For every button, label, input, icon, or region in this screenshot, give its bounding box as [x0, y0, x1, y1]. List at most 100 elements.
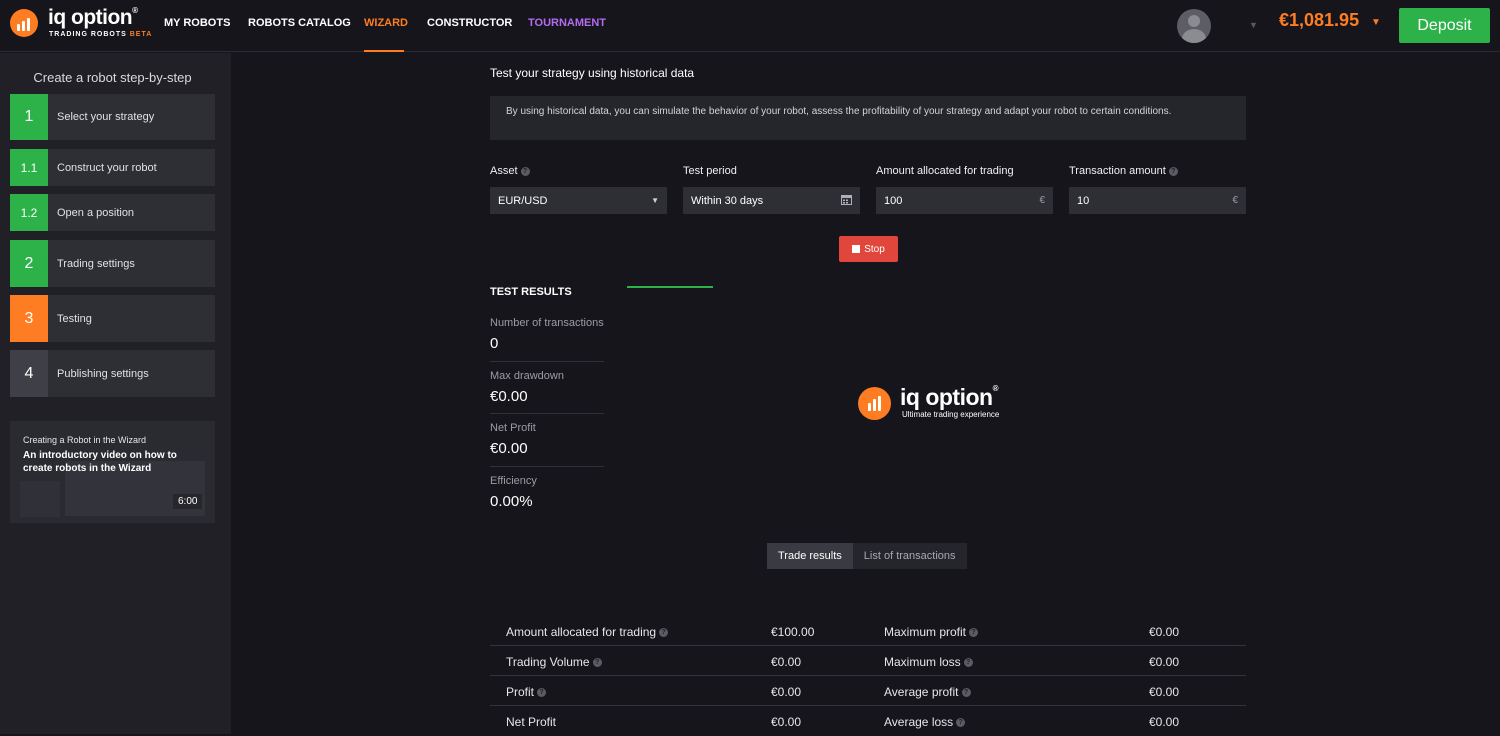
help-icon[interactable]: ? [963, 658, 973, 668]
tab-list-of-transactions[interactable]: List of transactions [852, 543, 967, 569]
nav-constructor[interactable]: CONSTRUCTOR [427, 17, 512, 29]
metric-label: Net Profit [490, 422, 536, 434]
step-select-strategy[interactable]: 1 Select your strategy [10, 94, 215, 140]
user-menu-chevron-icon[interactable]: ▼ [1249, 20, 1258, 30]
metric-label: Efficiency [490, 475, 537, 487]
help-icon[interactable]: ? [520, 166, 530, 176]
logo-bars-icon [10, 9, 38, 37]
transaction-amount-value: 10 [1077, 194, 1090, 207]
row-value: €0.00 [771, 655, 802, 669]
wizard-sidebar: Create a robot step-by-step 1 Select you… [0, 53, 231, 734]
metric-label: Max drawdown [490, 370, 564, 382]
row-value: €0.00 [1149, 685, 1180, 699]
step-testing[interactable]: 3 Testing [10, 295, 215, 342]
allocated-amount-label: Amount allocated for trading [876, 165, 1014, 177]
step-publishing-settings[interactable]: 4 Publishing settings [10, 350, 215, 397]
help-icon[interactable]: ? [969, 628, 979, 638]
metric-divider [490, 413, 604, 414]
row-value: €0.00 [1149, 625, 1180, 639]
test-period-label: Test period [683, 165, 737, 177]
table-row: Net Profit €0.00 Average loss? €0.00 [490, 706, 1246, 736]
table-row: Trading Volume? €0.00 Maximum loss? €0.0… [490, 646, 1246, 676]
nav-tournament[interactable]: TOURNAMENT [528, 17, 606, 29]
help-icon[interactable]: ? [659, 628, 669, 638]
logo-registered: ® [132, 6, 138, 15]
row-value: €100.00 [771, 625, 815, 639]
top-header: iq option® TRADING ROBOTS BETA MY ROBOTS… [0, 0, 1500, 52]
logo-registered: ® [992, 384, 999, 393]
metric-value: €0.00 [490, 440, 528, 457]
stop-button[interactable]: Stop [839, 236, 898, 262]
help-icon[interactable]: ? [537, 688, 547, 698]
balance-chevron-down-icon[interactable]: ▼ [1371, 17, 1381, 28]
trade-results-table: Amount allocated for trading? €100.00 Ma… [490, 616, 1246, 736]
metric-value: €0.00 [490, 388, 528, 405]
metric-max-drawdown: Max drawdown €0.00 [490, 370, 604, 405]
help-icon[interactable]: ? [961, 688, 971, 698]
iq-option-logo[interactable]: iq option® TRADING ROBOTS BETA [10, 6, 151, 41]
metric-net-profit: Net Profit €0.00 [490, 422, 604, 457]
metric-divider [490, 466, 604, 467]
logo-tagline: TRADING ROBOTS [49, 31, 127, 38]
asset-select[interactable]: EUR/USD ▼ [490, 187, 667, 214]
step-label: Testing [57, 312, 92, 325]
row-label: Average loss [884, 715, 954, 729]
metric-label: Number of transactions [490, 317, 604, 329]
tab-trade-results[interactable]: Trade results [767, 543, 853, 569]
row-value: €0.00 [1149, 715, 1180, 729]
nav-wizard[interactable]: WIZARD [364, 17, 408, 29]
euro-suffix: € [1232, 195, 1238, 206]
step-construct-robot[interactable]: 1.1 Construct your robot [10, 149, 215, 186]
sidebar-title: Create a robot step-by-step [33, 70, 192, 85]
transaction-amount-label: Transaction amount? [1069, 165, 1178, 177]
results-tabs: Trade results List of transactions [767, 543, 967, 569]
row-value: €0.00 [771, 685, 802, 699]
row-label: Profit [506, 685, 535, 699]
row-value: €0.00 [771, 715, 802, 729]
allocated-amount-input[interactable]: 100 € [876, 187, 1053, 214]
step-label: Publishing settings [57, 367, 149, 380]
table-row: Profit? €0.00 Average profit? €0.00 [490, 676, 1246, 706]
test-results-title: TEST RESULTS [490, 286, 572, 298]
logo-tagline: Ultimate trading experience [902, 410, 1000, 419]
page-title: Test your strategy using historical data [490, 66, 695, 80]
allocated-amount-value: 100 [884, 194, 903, 207]
row-label: Trading Volume [506, 655, 590, 669]
deposit-button[interactable]: Deposit [1399, 8, 1490, 43]
calendar-icon [841, 194, 852, 208]
video-duration: 6:00 [173, 494, 203, 509]
transaction-amount-input[interactable]: 10 € [1069, 187, 1246, 214]
step-open-position[interactable]: 1.2 Open a position [10, 194, 215, 231]
step-label: Trading settings [57, 257, 135, 270]
caret-down-icon: ▼ [651, 196, 659, 205]
row-label: Amount allocated for trading [506, 625, 657, 639]
intro-video-card[interactable]: Creating a Robot in the Wizard An introd… [10, 421, 215, 523]
help-icon[interactable]: ? [1168, 166, 1178, 176]
row-label: Maximum loss [884, 655, 961, 669]
asset-value: EUR/USD [498, 194, 548, 207]
logo-bars-icon [858, 387, 891, 420]
step-trading-settings[interactable]: 2 Trading settings [10, 240, 215, 287]
stop-square-icon [852, 245, 861, 253]
info-box: By using historical data, you can simula… [490, 96, 1246, 140]
metric-efficiency: Efficiency 0.00% [490, 475, 604, 510]
step-number: 1.2 [10, 194, 48, 231]
nav-my-robots[interactable]: MY ROBOTS [164, 17, 230, 29]
asset-label: Asset? [490, 165, 530, 177]
video-title: An introductory video on how to create r… [23, 450, 177, 474]
test-period-select[interactable]: Within 30 days [683, 187, 860, 214]
user-avatar[interactable] [1177, 9, 1211, 43]
step-number: 3 [10, 295, 48, 342]
row-value: €0.00 [1149, 655, 1180, 669]
euro-suffix: € [1039, 195, 1045, 206]
step-label: Open a position [57, 206, 135, 219]
account-balance[interactable]: €1,081.95 [1279, 10, 1359, 31]
help-icon[interactable]: ? [956, 718, 966, 728]
step-number: 1 [10, 94, 48, 140]
logo-name: iq option [900, 384, 993, 410]
help-icon[interactable]: ? [592, 658, 602, 668]
step-number: 2 [10, 240, 48, 287]
row-label: Maximum profit [884, 625, 967, 639]
nav-robots-catalog[interactable]: ROBOTS CATALOG [248, 17, 351, 29]
test-period-value: Within 30 days [691, 194, 764, 207]
